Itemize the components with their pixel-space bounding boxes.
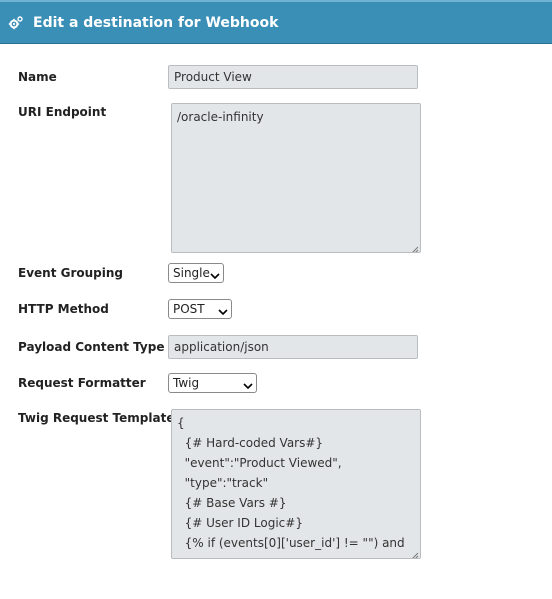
payload-content-type-label: Payload Content Type bbox=[18, 340, 165, 354]
payload-content-type-input[interactable]: application/json bbox=[168, 335, 418, 359]
name-input[interactable]: Product View bbox=[168, 65, 418, 89]
resize-grip-icon[interactable] bbox=[411, 243, 419, 252]
name-label: Name bbox=[18, 70, 57, 84]
name-input-value: Product View bbox=[174, 70, 252, 84]
chevron-down-icon bbox=[218, 305, 228, 316]
chevron-down-icon bbox=[210, 269, 220, 280]
twig-template-line: {# Base Vars #} bbox=[177, 496, 287, 510]
twig-template-line: { bbox=[177, 416, 185, 430]
dialog-title: Edit a destination for Webhook bbox=[33, 14, 279, 31]
uri-endpoint-textarea[interactable]: /oracle-infinity bbox=[171, 103, 421, 253]
twig-template-lines: { {# Hard-coded Vars#} "event":"Product … bbox=[177, 413, 420, 553]
event-grouping-selected: Single bbox=[173, 266, 210, 280]
chevron-down-icon bbox=[243, 379, 253, 390]
gears-icon bbox=[8, 15, 24, 31]
dialog-header: Edit a destination for Webhook bbox=[0, 0, 552, 44]
request-formatter-label: Request Formatter bbox=[18, 376, 146, 390]
twig-template-line: {# User ID Logic#} bbox=[177, 516, 303, 530]
twig-template-line: {% if (events[0]['user_id'] != "") and bbox=[177, 536, 405, 550]
twig-request-template-label: Twig Request Template bbox=[18, 411, 175, 425]
twig-template-line: {# Hard-coded Vars#} bbox=[177, 436, 324, 450]
uri-endpoint-value: /oracle-infinity bbox=[177, 110, 264, 124]
resize-grip-icon[interactable] bbox=[411, 549, 419, 558]
event-grouping-select[interactable]: Single bbox=[168, 263, 224, 283]
http-method-select[interactable]: POST bbox=[168, 299, 232, 319]
event-grouping-label: Event Grouping bbox=[18, 266, 124, 280]
request-formatter-selected: Twig bbox=[173, 376, 200, 390]
request-formatter-select[interactable]: Twig bbox=[168, 373, 257, 393]
uri-endpoint-label: URI Endpoint bbox=[18, 105, 107, 119]
http-method-label: HTTP Method bbox=[18, 302, 109, 316]
twig-template-line: "type":"track" bbox=[177, 476, 269, 490]
twig-template-line: "event":"Product Viewed", bbox=[177, 456, 342, 470]
twig-request-template-textarea[interactable]: { {# Hard-coded Vars#} "event":"Product … bbox=[171, 409, 421, 559]
payload-content-type-value: application/json bbox=[174, 340, 269, 354]
http-method-selected: POST bbox=[173, 302, 205, 316]
